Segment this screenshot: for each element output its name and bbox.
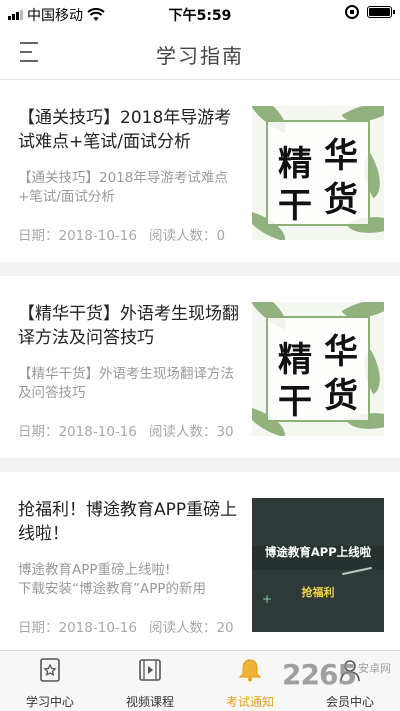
thumbnail-char: 华	[324, 136, 358, 176]
article-reads: 阅读人数：0	[148, 228, 226, 244]
tab-label: 视频课程	[125, 695, 174, 709]
article-card[interactable]: 抢福利！博途教育APP重磅上线啦！ 博途教育APP重磅上线啦! 下载安装“博途教…	[0, 472, 400, 650]
article-summary: 【通关技巧】2018年导游考试难点+笔试/面试分析	[18, 170, 228, 205]
tab-label: 学习中心	[25, 695, 74, 709]
article-title[interactable]: 【精华干货】外语考生现场翻译方法及问答技巧	[18, 302, 240, 350]
thumbnail-char: 干	[278, 186, 312, 226]
thumbnail-char: 华	[324, 332, 358, 372]
article-date: 日期：2018-10-16	[18, 424, 137, 440]
article-summary: 【精华干货】外语考生现场翻译方法及问答技巧	[18, 366, 234, 401]
article-title[interactable]: 【通关技巧】2018年导游考试难点+笔试/面试分析	[18, 106, 240, 154]
nav-bar: 学习指南	[0, 28, 400, 80]
article-summary: 博途教育APP重磅上线啦! 下载安装“博途教育”APP的新用	[18, 561, 240, 599]
article-meta: 日期：2018-10-16 阅读人数：30	[18, 420, 243, 440]
status-bar: 中国移动 下午5:59	[0, 0, 400, 28]
article-meta: 日期：2018-10-16 阅读人数：0	[18, 224, 243, 244]
status-time: 下午5:59	[168, 8, 232, 24]
star-doc-icon	[40, 658, 60, 682]
article-reads: 阅读人数：30	[148, 424, 234, 440]
page-title: 学习指南	[156, 44, 244, 68]
tab-study-center[interactable]: 学习中心	[0, 651, 100, 711]
article-thumbnail[interactable]: 精 华 干 货	[252, 106, 384, 240]
battery-icon	[367, 6, 395, 18]
tab-bar: 学习中心 视频课程 考试通知 会员中心	[0, 650, 400, 711]
tab-member-center[interactable]: 会员中心	[300, 651, 400, 711]
video-icon	[139, 659, 161, 681]
rotation-lock-icon	[345, 5, 359, 19]
article-card[interactable]: 【精华干货】外语考生现场翻译方法及问答技巧 【精华干货】外语考生现场翻译方法及问…	[0, 276, 400, 458]
thumbnail-char: 货	[324, 180, 358, 220]
article-summary-line: 博途教育APP重磅上线啦!	[18, 562, 171, 578]
article-reads: 阅读人数：20	[148, 620, 234, 636]
tab-label: 考试通知	[225, 695, 274, 709]
bell-icon	[238, 659, 262, 682]
thumbnail-char: 货	[324, 376, 358, 416]
article-title[interactable]: 抢福利！博途教育APP重磅上线啦！	[18, 498, 240, 546]
tab-video-courses[interactable]: 视频课程	[100, 651, 200, 711]
thumbnail-char: 干	[278, 382, 312, 422]
thumbnail-subtitle: 抢福利	[301, 586, 335, 599]
article-thumbnail[interactable]: 博途教育APP上线啦 + 抢福利	[252, 498, 384, 632]
article-thumbnail[interactable]: 精 华 干 货	[252, 302, 384, 436]
status-right	[345, 5, 395, 19]
thumbnail-title: 博途教育APP上线啦	[264, 545, 372, 559]
article-date: 日期：2018-10-16	[18, 228, 137, 244]
tab-label: 会员中心	[325, 695, 374, 709]
article-date: 日期：2018-10-16	[18, 620, 137, 636]
tab-exam-notice[interactable]: 考试通知	[200, 651, 300, 711]
article-summary-line: 下载安装“博途教育”APP的新用	[18, 581, 207, 597]
article-meta: 日期：2018-10-16 阅读人数：20	[18, 616, 243, 636]
user-icon	[340, 660, 360, 682]
article-card[interactable]: 【通关技巧】2018年导游考试难点+笔试/面试分析 【通关技巧】2018年导游考…	[0, 80, 400, 262]
